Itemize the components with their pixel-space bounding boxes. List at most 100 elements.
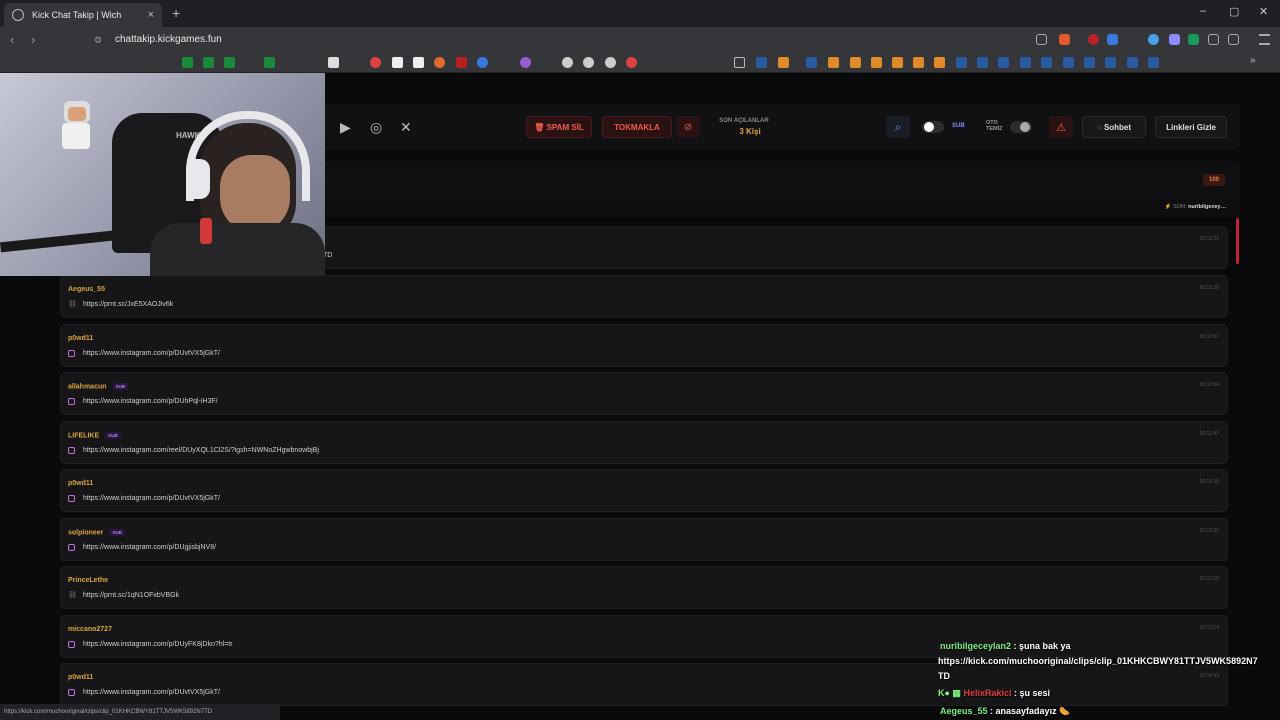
steam-icon[interactable]	[806, 57, 817, 68]
link-text[interactable]: https://www.instagram.com/p/DUyFK8jDkn?h…	[83, 641, 233, 648]
username-text[interactable]: p0wd11	[68, 674, 93, 681]
steam-icon[interactable]	[956, 57, 967, 68]
forward-icon[interactable]: ›	[31, 32, 35, 47]
bookmark-icon[interactable]	[182, 57, 193, 68]
spam-sil-button[interactable]: 🗑 SPAM SİL	[526, 116, 592, 138]
extension-icon[interactable]	[1148, 34, 1159, 45]
username-text[interactable]: allahmacun	[68, 383, 107, 390]
scroll-indicator[interactable]	[1236, 218, 1239, 264]
bookmark-icon[interactable]	[434, 57, 445, 68]
extension-icon[interactable]	[1169, 34, 1180, 45]
globe-icon[interactable]	[583, 57, 594, 68]
steam-icon[interactable]	[756, 57, 767, 68]
bookmark-icon[interactable]	[850, 57, 861, 68]
username-text[interactable]: Aegeus_55	[68, 286, 105, 293]
table-row[interactable]: allahmacun SUB https://www.instagram.com/p…	[60, 372, 1228, 415]
share-icon[interactable]	[1036, 34, 1047, 45]
table-row[interactable]: p0wd11 https://www.instagram.com/p/DUvtVX…	[60, 323, 1228, 367]
bookmark-icon[interactable]	[477, 57, 488, 68]
back-icon[interactable]: ‹	[10, 32, 14, 47]
amazon-icon[interactable]	[413, 57, 424, 68]
ban-icon[interactable]: ⊘	[676, 116, 700, 138]
table-row[interactable]: TD 20:13:31	[320, 226, 1228, 269]
username[interactable]: PrinceLethe	[68, 577, 108, 584]
username-text[interactable]: miccano2727	[68, 626, 112, 633]
bookmark-icon[interactable]	[778, 57, 789, 68]
site-settings-icon[interactable]: ⚙	[94, 35, 102, 46]
sub-toggle[interactable]	[922, 121, 944, 133]
more-bookmarks-icon[interactable]: »	[1250, 55, 1258, 66]
minimize-button[interactable]: –	[1200, 5, 1206, 17]
bookmark-icon[interactable]	[520, 57, 531, 68]
steam-icon[interactable]	[1148, 57, 1159, 68]
link-text[interactable]: https://www.instagram.com/p/DUvtVX5jGkT/	[83, 350, 220, 357]
bookmark-icon[interactable]	[913, 57, 924, 68]
username[interactable]: p0wd11	[68, 674, 93, 681]
link-text[interactable]: https://www.instagram.com/p/DUvtVX5jGkT/	[83, 495, 220, 502]
username-text[interactable]: PrinceLethe	[68, 577, 108, 584]
link-text[interactable]: https://www.instagram.com/p/DUvtVX5jGkT/	[83, 689, 220, 696]
steam-icon[interactable]	[977, 57, 988, 68]
steam-icon[interactable]	[998, 57, 1009, 68]
username[interactable]: Aegeus_55	[68, 286, 105, 293]
table-row[interactable]: miccano2727 https://www.instagram.com/p/D…	[60, 614, 1228, 658]
table-row[interactable]: Aegeus_55 ⛓ https://prnt.sc/JxE5XAOJiv6k 20…	[60, 275, 1228, 318]
bookmark-icon[interactable]	[828, 57, 839, 68]
brave-icon[interactable]	[1059, 34, 1070, 45]
sohbet-button[interactable]: ◌ Sohbet	[1082, 116, 1146, 138]
steam-icon[interactable]	[1020, 57, 1031, 68]
globe-icon[interactable]	[562, 57, 573, 68]
instagram-icon[interactable]: ◎	[370, 119, 382, 136]
steam-icon[interactable]	[1063, 57, 1074, 68]
browser-tab[interactable]: Kick Chat Takip | Wich ×	[4, 3, 162, 27]
x-icon[interactable]: ✕	[400, 119, 412, 136]
url-text[interactable]: chattakip.kickgames.fun	[115, 34, 222, 45]
link-text[interactable]: https://www.instagram.com/p/DUgjisbjNV8/	[83, 544, 216, 551]
bookmark-icon[interactable]	[203, 57, 214, 68]
table-row[interactable]: PrinceLethe ⛓ https://prnt.sc/1qN1OFxbVBGk…	[60, 566, 1228, 609]
username-text[interactable]: solpioneer	[68, 529, 103, 536]
tokmakla-button[interactable]: TOKMAKLA	[602, 116, 672, 138]
username[interactable]: miccano2727	[68, 626, 112, 633]
oto-temiz-toggle[interactable]	[1010, 121, 1032, 133]
folder-icon[interactable]	[734, 57, 745, 68]
table-row[interactable]: p0wd11 https://www.instagram.com/p/DUvtVX…	[60, 663, 1228, 706]
username-text[interactable]: p0wd11	[68, 480, 93, 487]
menu-icon[interactable]	[1259, 34, 1270, 45]
username[interactable]: p0wd11	[68, 335, 93, 342]
globe-icon[interactable]	[605, 57, 616, 68]
table-row[interactable]: p0wd11 https://www.instagram.com/p/DUvtVX…	[60, 469, 1228, 512]
close-tab-icon[interactable]: ×	[148, 9, 154, 21]
search-icon[interactable]: ⌕	[886, 116, 910, 138]
extension-icon[interactable]	[1107, 34, 1118, 45]
bookmark-icon[interactable]	[456, 57, 467, 68]
youtube-icon[interactable]: ▶	[340, 119, 351, 136]
ublock-icon[interactable]	[1088, 34, 1099, 45]
username-text[interactable]: LIFELIKE	[68, 432, 99, 439]
username-text[interactable]: p0wd11	[68, 335, 93, 342]
x-icon[interactable]	[328, 57, 339, 68]
sidebar-icon[interactable]	[1228, 34, 1239, 45]
bookmark-icon[interactable]	[892, 57, 903, 68]
link-text[interactable]: https://www.instagram.com/reel/DUyXQL1Cl…	[83, 447, 319, 454]
steam-icon[interactable]	[1041, 57, 1052, 68]
username[interactable]: solpioneer SUB	[68, 528, 125, 536]
steam-icon[interactable]	[1084, 57, 1095, 68]
bookmark-icon[interactable]	[370, 57, 381, 68]
warning-icon[interactable]: ⚠	[1049, 116, 1073, 138]
steam-icon[interactable]	[1105, 57, 1116, 68]
bookmark-icon[interactable]	[264, 57, 275, 68]
link-text[interactable]: https://prnt.sc/JxE5XAOJiv6k	[83, 301, 173, 308]
puzzle-icon[interactable]	[1208, 34, 1219, 45]
bookmark-icon[interactable]	[224, 57, 235, 68]
username[interactable]: allahmacun SUB	[68, 383, 129, 390]
link-text[interactable]: https://prnt.sc/1qN1OFxbVBGk	[83, 592, 179, 599]
bookmark-icon[interactable]	[392, 57, 403, 68]
new-tab-button[interactable]: +	[172, 5, 180, 21]
link-text[interactable]: https://www.instagram.com/p/DUhPql-iH3F/	[83, 398, 218, 405]
steam-icon[interactable]	[1127, 57, 1138, 68]
username[interactable]: LIFELIKE SUB	[68, 431, 121, 439]
close-window-button[interactable]: ✕	[1259, 5, 1268, 18]
linkleri-gizle-button[interactable]: Linkleri Gizle	[1155, 116, 1227, 138]
maximize-button[interactable]: ▢	[1229, 5, 1239, 18]
